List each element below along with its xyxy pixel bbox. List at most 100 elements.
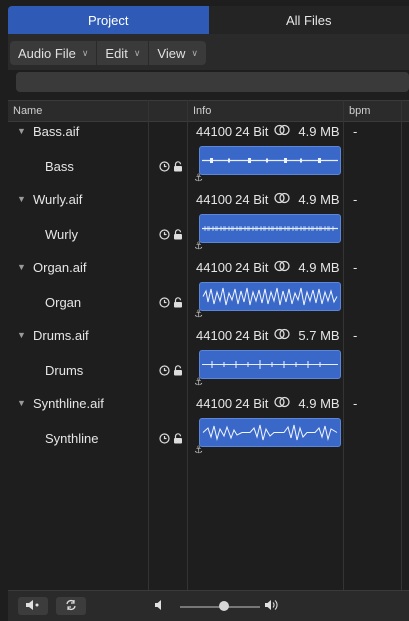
clock-icon (159, 160, 170, 175)
bpm-value: - (353, 260, 357, 275)
tab-project[interactable]: Project (8, 6, 209, 34)
loop-icon (64, 599, 78, 614)
list-item: ▼ Drums.aif 44100 24 Bit 5.7 MB - Drums … (8, 325, 409, 393)
sample-rate: 44100 (196, 260, 232, 275)
disclosure-triangle-icon[interactable]: ▼ (17, 262, 26, 272)
file-row[interactable]: ▼ Wurly.aif 44100 24 Bit 4.9 MB - (8, 189, 409, 211)
disclosure-triangle-icon[interactable]: ▼ (17, 194, 26, 204)
region-icons (159, 364, 183, 379)
chevron-down-icon: ∨ (191, 48, 198, 59)
file-name: Synthline.aif (33, 396, 104, 411)
column-header: Name Info bpm (8, 100, 409, 122)
file-info: 44100 24 Bit 5.7 MB (196, 328, 340, 343)
file-name: Bass.aif (33, 124, 79, 139)
file-name: Wurly.aif (33, 192, 82, 207)
region-row[interactable]: Wurly ⚓ (8, 211, 409, 257)
file-info: 44100 24 Bit 4.9 MB (196, 260, 340, 275)
anchor-icon[interactable]: ⚓ (194, 173, 203, 184)
file-info: 44100 24 Bit 4.9 MB (196, 124, 340, 139)
stereo-icon (274, 260, 290, 275)
search-input[interactable] (16, 72, 409, 92)
view-menu[interactable]: View ∨ (149, 41, 206, 65)
audio-region-waveform[interactable] (199, 350, 341, 379)
stereo-icon (274, 124, 290, 139)
column-bpm[interactable]: bpm (349, 105, 370, 117)
audio-region-waveform[interactable] (199, 418, 341, 447)
edit-menu[interactable]: Edit ∨ (97, 41, 149, 65)
speaker-icon (25, 599, 41, 614)
disclosure-triangle-icon[interactable]: ▼ (17, 126, 26, 136)
file-name: Drums.aif (33, 328, 89, 343)
file-size: 4.9 MB (298, 124, 339, 139)
file-list: ▼ Bass.aif 44100 24 Bit 4.9 MB - Bass ⚓ (8, 121, 409, 461)
volume-high-icon (264, 599, 280, 614)
file-row[interactable]: ▼ Drums.aif 44100 24 Bit 5.7 MB - (8, 325, 409, 347)
menu-bar: Audio File ∨ Edit ∨ View ∨ (10, 41, 206, 65)
bpm-value: - (353, 328, 357, 343)
file-name: Organ.aif (33, 260, 86, 275)
lock-icon[interactable] (173, 432, 183, 447)
region-name: Drums (45, 363, 83, 378)
column-name[interactable]: Name (13, 105, 42, 117)
region-row[interactable]: Synthline ⚓ (8, 415, 409, 461)
file-row[interactable]: ▼ Bass.aif 44100 24 Bit 4.9 MB - (8, 121, 409, 143)
clock-icon (159, 296, 170, 311)
preview-play-button[interactable] (18, 597, 48, 615)
list-item: ▼ Organ.aif 44100 24 Bit 4.9 MB - Organ … (8, 257, 409, 325)
audio-region-waveform[interactable] (199, 214, 341, 243)
region-icons (159, 160, 183, 175)
file-size: 5.7 MB (298, 328, 339, 343)
region-icons (159, 432, 183, 447)
volume-low-icon (154, 599, 166, 614)
region-name: Organ (45, 295, 81, 310)
bit-depth: 24 Bit (235, 260, 268, 275)
region-row[interactable]: Drums ⚓ (8, 347, 409, 393)
region-name: Synthline (45, 431, 98, 446)
sample-rate: 44100 (196, 124, 232, 139)
chevron-down-icon: ∨ (134, 48, 141, 59)
clock-icon (159, 364, 170, 379)
audio-region-waveform[interactable] (199, 282, 341, 311)
file-size: 4.9 MB (298, 260, 339, 275)
bpm-value: - (353, 396, 357, 411)
tab-all-files[interactable]: All Files (209, 6, 409, 34)
audio-file-menu-label: Audio File (18, 46, 76, 61)
stereo-icon (274, 396, 290, 411)
anchor-icon[interactable]: ⚓ (194, 309, 203, 320)
lock-icon[interactable] (173, 364, 183, 379)
file-row[interactable]: ▼ Synthline.aif 44100 24 Bit 4.9 MB - (8, 393, 409, 415)
anchor-icon[interactable]: ⚓ (194, 241, 203, 252)
list-item: ▼ Synthline.aif 44100 24 Bit 4.9 MB - Sy… (8, 393, 409, 461)
column-info[interactable]: Info (193, 105, 211, 117)
file-size: 4.9 MB (298, 192, 339, 207)
lock-icon[interactable] (173, 228, 183, 243)
lock-icon[interactable] (173, 160, 183, 175)
bpm-value: - (353, 192, 357, 207)
anchor-icon[interactable]: ⚓ (194, 445, 203, 456)
clock-icon (159, 432, 170, 447)
file-row[interactable]: ▼ Organ.aif 44100 24 Bit 4.9 MB - (8, 257, 409, 279)
region-row[interactable]: Organ ⚓ (8, 279, 409, 325)
file-info: 44100 24 Bit 4.9 MB (196, 396, 340, 411)
stereo-icon (274, 192, 290, 207)
disclosure-triangle-icon[interactable]: ▼ (17, 330, 26, 340)
lock-icon[interactable] (173, 296, 183, 311)
region-row[interactable]: Bass ⚓ (8, 143, 409, 189)
loop-button[interactable] (56, 597, 86, 615)
list-item: ▼ Wurly.aif 44100 24 Bit 4.9 MB - Wurly … (8, 189, 409, 257)
region-icons (159, 296, 183, 311)
volume-slider-knob[interactable] (219, 601, 229, 611)
bit-depth: 24 Bit (235, 328, 268, 343)
file-info: 44100 24 Bit 4.9 MB (196, 192, 340, 207)
audio-region-waveform[interactable] (199, 146, 341, 175)
audio-file-menu[interactable]: Audio File ∨ (10, 41, 97, 65)
bit-depth: 24 Bit (235, 192, 268, 207)
sample-rate: 44100 (196, 192, 232, 207)
list-item: ▼ Bass.aif 44100 24 Bit 4.9 MB - Bass ⚓ (8, 121, 409, 189)
anchor-icon[interactable]: ⚓ (194, 377, 203, 388)
stereo-icon (274, 328, 290, 343)
region-name: Wurly (45, 227, 78, 242)
tab-bar: Project All Files (8, 6, 409, 34)
disclosure-triangle-icon[interactable]: ▼ (17, 398, 26, 408)
sample-rate: 44100 (196, 396, 232, 411)
